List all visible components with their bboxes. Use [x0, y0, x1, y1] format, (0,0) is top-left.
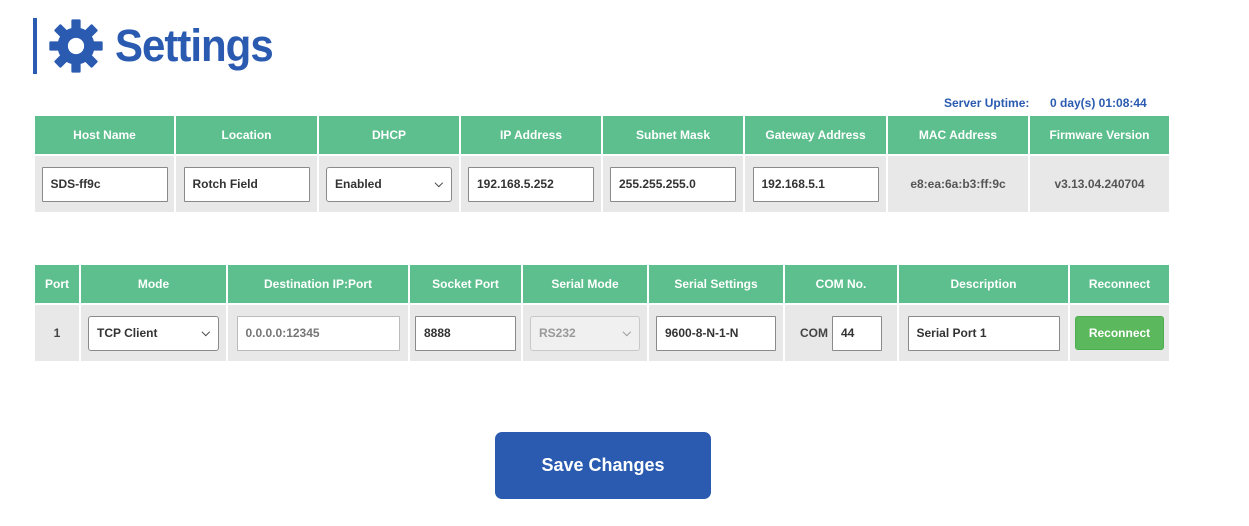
column-header-serial-mode: Serial Mode [523, 265, 647, 303]
table-row: 1 TCP Client ⌵ RS232 ⌵ COM Reconnect [35, 305, 1169, 361]
ip-address-input[interactable] [468, 166, 594, 202]
column-header-com-no: COM No. [785, 265, 897, 303]
column-header-serial-settings: Serial Settings [649, 265, 783, 303]
server-uptime: Server Uptime: 0 day(s) 01:08:44 [944, 96, 1147, 110]
serial-settings-table: Port Mode Destination IP:Port Socket Por… [33, 263, 1171, 363]
reconnect-button[interactable]: Reconnect [1075, 316, 1164, 350]
location-input[interactable] [183, 166, 310, 202]
column-header-dhcp: DHCP [319, 116, 459, 154]
com-number-group: COM [785, 315, 897, 351]
column-header-firmware: Firmware Version [1030, 116, 1169, 154]
table-header-row: Host Name Location DHCP IP Address Subne… [35, 116, 1169, 154]
mac-address-value: e8:ea:6a:b3:ff:9c [888, 156, 1028, 212]
column-header-destination: Destination IP:Port [228, 265, 408, 303]
page-header: Settings [33, 18, 274, 74]
column-header-gateway: Gateway Address [745, 116, 886, 154]
uptime-label: Server Uptime: [944, 96, 1030, 110]
chevron-down-icon: ⌵ [434, 177, 443, 190]
column-header-ip-address: IP Address [461, 116, 601, 154]
dhcp-select[interactable]: Enabled ⌵ [326, 166, 452, 202]
com-prefix: COM [800, 326, 828, 340]
host-name-input[interactable] [41, 166, 168, 202]
description-input[interactable] [907, 315, 1060, 351]
dhcp-value: Enabled [335, 177, 382, 191]
socket-port-input[interactable] [415, 315, 516, 351]
save-changes-button[interactable]: Save Changes [495, 432, 711, 499]
page-title: Settings [115, 20, 274, 71]
chevron-down-icon: ⌵ [201, 326, 210, 339]
column-header-mac-address: MAC Address [888, 116, 1028, 154]
uptime-value: 0 day(s) 01:08:44 [1050, 96, 1147, 110]
gear-icon [49, 19, 103, 73]
serial-mode-value: RS232 [539, 326, 576, 340]
gateway-input[interactable] [752, 166, 879, 202]
column-header-location: Location [176, 116, 317, 154]
mode-value: TCP Client [97, 326, 158, 340]
chevron-down-icon: ⌵ [622, 326, 631, 339]
column-header-socket-port: Socket Port [410, 265, 521, 303]
destination-input [236, 315, 400, 351]
table-row: Enabled ⌵ e8:ea:6a:b3:ff:9c v3.13.04.240… [35, 156, 1169, 212]
network-settings-table: Host Name Location DHCP IP Address Subne… [33, 114, 1171, 214]
subnet-mask-input[interactable] [610, 166, 736, 202]
column-header-reconnect: Reconnect [1070, 265, 1169, 303]
column-header-description: Description [899, 265, 1068, 303]
firmware-value: v3.13.04.240704 [1030, 156, 1169, 212]
port-number: 1 [35, 305, 79, 361]
mode-select[interactable]: TCP Client ⌵ [88, 315, 219, 351]
com-number-input[interactable] [832, 315, 882, 351]
column-header-subnet-mask: Subnet Mask [603, 116, 743, 154]
serial-settings-input[interactable] [656, 315, 776, 351]
serial-mode-select: RS232 ⌵ [530, 315, 640, 351]
column-header-host-name: Host Name [35, 116, 174, 154]
table-header-row: Port Mode Destination IP:Port Socket Por… [35, 265, 1169, 303]
column-header-mode: Mode [81, 265, 226, 303]
column-header-port: Port [35, 265, 79, 303]
